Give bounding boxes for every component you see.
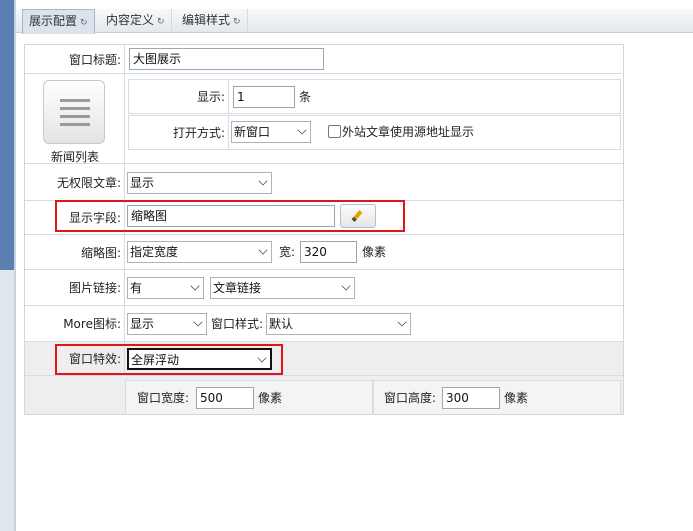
show-count-unit: 条 xyxy=(299,90,312,104)
chevron-down-icon xyxy=(190,281,200,291)
thumbnail-mode-select[interactable]: 指定宽度 xyxy=(127,241,272,263)
show-count-label: 显示: xyxy=(129,80,229,113)
show-count-input[interactable]: 1 xyxy=(233,86,295,108)
row-window-size: 窗口宽度: 500 像素 窗口高度: 300 像素 xyxy=(25,376,623,414)
window-effect-label: 窗口特效: xyxy=(25,342,125,375)
open-mode-value: 新窗口 xyxy=(234,125,271,139)
row-list-widget: 新闻列表 显示: 1 条 打开方式: 新窗口 外站文章使用源地址显示 xyxy=(25,74,623,164)
row-more-icon: More图标: 显示 窗口样式: 默认 xyxy=(25,306,623,342)
open-mode-label: 打开方式: xyxy=(129,116,229,149)
tab-display-config[interactable]: 展示配置 ↻ xyxy=(22,9,95,34)
row-display-field: 显示字段: 缩略图 xyxy=(25,201,623,235)
chevron-down-icon xyxy=(397,317,407,327)
image-link-select[interactable]: 有 xyxy=(127,277,204,299)
config-form: 窗口标题: 大图展示 新闻列表 显示: 1 条 打开方式: 新窗口 外站文章使用… xyxy=(24,44,624,415)
external-link-label: 外站文章使用源地址显示 xyxy=(342,125,475,139)
image-link-target-value: 文章链接 xyxy=(213,281,262,295)
window-title-label: 窗口标题: xyxy=(25,45,125,73)
more-icon-select[interactable]: 显示 xyxy=(127,313,207,335)
edit-field-button[interactable] xyxy=(340,204,376,228)
window-width-cell: 窗口宽度: 500 像素 xyxy=(125,380,373,414)
row-window-effect: 窗口特效: 全屏浮动 xyxy=(25,342,623,376)
display-field-input[interactable]: 缩略图 xyxy=(127,205,335,227)
thumbnail-label: 缩略图: xyxy=(25,235,125,269)
list-widget-preview[interactable]: 新闻列表 xyxy=(25,74,125,164)
window-style-label: 窗口样式: xyxy=(211,317,264,331)
thumbnail-mode-value: 指定宽度 xyxy=(130,245,179,259)
chevron-down-icon xyxy=(258,245,268,255)
more-icon-value: 显示 xyxy=(130,317,155,331)
tab-label: 编辑样式 xyxy=(182,13,231,27)
window-height-unit: 像素 xyxy=(504,391,529,405)
thumbnail-width-unit: 像素 xyxy=(362,245,387,259)
chevron-down-icon xyxy=(257,353,267,363)
window-width-unit: 像素 xyxy=(258,391,283,405)
tab-edit-style[interactable]: 编辑样式 ↻ xyxy=(176,9,248,33)
left-frame-edge xyxy=(14,0,16,531)
no-permission-label: 无权限文章: xyxy=(25,164,125,200)
row-show-count: 显示: 1 条 xyxy=(128,79,621,114)
tab-content-definition[interactable]: 内容定义 ↻ xyxy=(100,9,172,33)
image-link-value: 有 xyxy=(130,281,143,295)
window-height-label: 窗口高度: xyxy=(384,391,437,405)
window-title-input[interactable]: 大图展示 xyxy=(129,48,324,70)
window-style-value: 默认 xyxy=(269,317,294,331)
row-image-link: 图片链接: 有 文章链接 xyxy=(25,270,623,306)
window-style-select[interactable]: 默认 xyxy=(266,313,411,335)
list-icon xyxy=(43,80,105,144)
more-icon-label: More图标: xyxy=(25,306,125,341)
thumbnail-width-input[interactable]: 320 xyxy=(300,241,357,263)
chevron-down-icon xyxy=(258,176,268,186)
tab-bar: 展示配置 ↻ 内容定义 ↻ 编辑样式 ↻ xyxy=(16,9,693,34)
tab-label: 内容定义 xyxy=(106,13,155,27)
left-frame-strip-lower xyxy=(0,270,14,531)
no-permission-value: 显示 xyxy=(130,176,155,190)
chevron-down-icon xyxy=(341,281,351,291)
image-link-label: 图片链接: xyxy=(25,270,125,305)
reload-icon[interactable]: ↻ xyxy=(80,18,88,28)
reload-icon[interactable]: ↻ xyxy=(157,17,165,27)
image-link-target-select[interactable]: 文章链接 xyxy=(210,277,355,299)
external-link-checkbox[interactable] xyxy=(328,125,341,138)
row-window-title: 窗口标题: 大图展示 xyxy=(25,45,623,74)
chevron-down-icon xyxy=(297,125,307,135)
row-open-mode: 打开方式: 新窗口 外站文章使用源地址显示 xyxy=(128,115,621,150)
reload-icon[interactable]: ↻ xyxy=(233,17,241,27)
left-frame-strip xyxy=(0,0,14,270)
tab-label: 展示配置 xyxy=(29,14,78,28)
thumbnail-width-label: 宽: xyxy=(279,245,296,259)
window-height-cell: 窗口高度: 300 像素 xyxy=(373,380,621,414)
open-mode-select[interactable]: 新窗口 xyxy=(231,121,311,143)
display-field-label: 显示字段: xyxy=(25,201,125,234)
pencil-icon xyxy=(351,210,363,222)
chevron-down-icon xyxy=(193,317,203,327)
row-thumbnail: 缩略图: 指定宽度 宽: 320 像素 xyxy=(25,235,623,270)
list-caption: 新闻列表 xyxy=(50,150,99,164)
window-effect-value: 全屏浮动 xyxy=(131,353,180,367)
row-no-permission: 无权限文章: 显示 xyxy=(25,164,623,201)
window-effect-select[interactable]: 全屏浮动 xyxy=(127,348,272,370)
window-height-input[interactable]: 300 xyxy=(442,387,500,409)
no-permission-select[interactable]: 显示 xyxy=(127,172,272,194)
window-width-label: 窗口宽度: xyxy=(137,391,190,405)
window-width-input[interactable]: 500 xyxy=(196,387,254,409)
